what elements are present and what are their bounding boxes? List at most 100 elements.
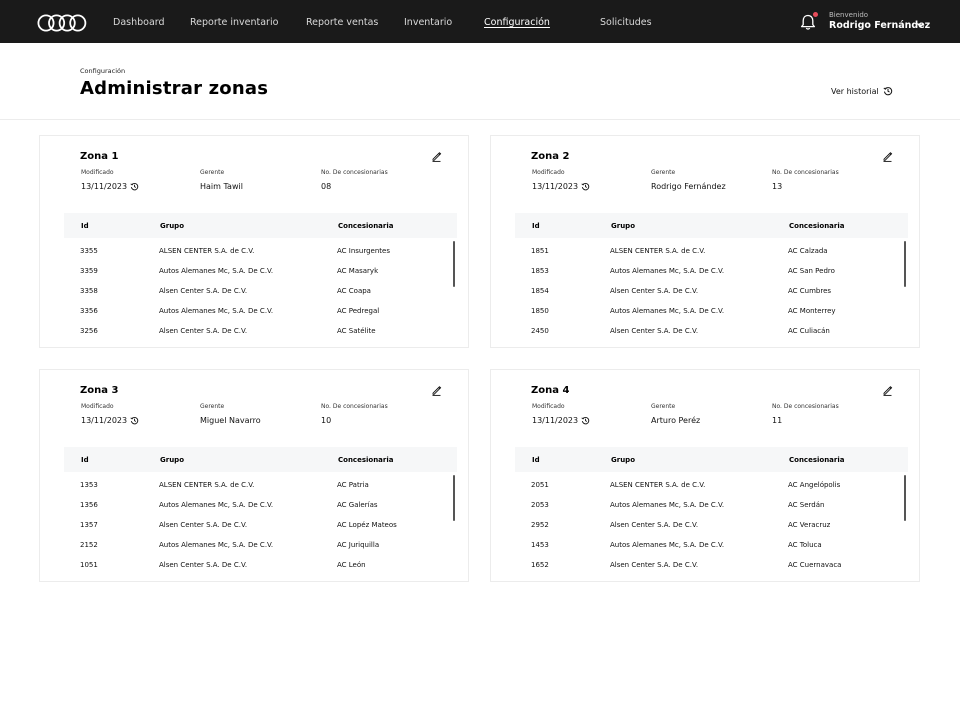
modified-date-value: 13/11/2023: [532, 416, 579, 425]
table-row[interactable]: 3359 Autos Alemanes Mc, S.A. De C.V. AC …: [64, 261, 444, 281]
table-row[interactable]: 1356 Autos Alemanes Mc, S.A. De C.V. AC …: [64, 495, 444, 515]
zone-title: Zona 2: [531, 151, 570, 162]
table-row[interactable]: 1051 Alsen Center S.A. De C.V. AC León: [64, 555, 444, 569]
modified-date: 13/11/2023: [81, 182, 139, 191]
table-scrollbar[interactable]: [453, 241, 455, 287]
table-row[interactable]: 2952 Alsen Center S.A. De C.V. AC Veracr…: [515, 515, 895, 535]
modified-label: Modificado: [532, 403, 565, 410]
modified-date: 13/11/2023: [532, 416, 590, 425]
table-body[interactable]: 2051 ALSEN CENTER S.A. de C.V. AC Angeló…: [515, 475, 908, 569]
column-header-grupo: Grupo: [160, 222, 185, 230]
manager-value: Arturo Peréz: [651, 416, 701, 425]
cell-grupo: ALSEN CENTER S.A. de C.V.: [610, 247, 706, 255]
table-row[interactable]: 2152 Autos Alemanes Mc, S.A. De C.V. AC …: [64, 535, 444, 555]
edit-icon[interactable]: [882, 151, 893, 162]
manager-label: Gerente: [200, 169, 225, 176]
cell-concesionaria: AC Insurgentes: [337, 247, 391, 255]
table-body[interactable]: 1851 ALSEN CENTER S.A. de C.V. AC Calzad…: [515, 241, 908, 335]
breadcrumb[interactable]: Configuración: [80, 67, 125, 75]
modified-label: Modificado: [532, 169, 565, 176]
edit-icon[interactable]: [431, 151, 442, 162]
cell-concesionaria: AC Galerías: [337, 501, 378, 509]
cell-concesionaria: AC Serdán: [788, 501, 825, 509]
edit-icon[interactable]: [431, 385, 442, 396]
table-row[interactable]: 2051 ALSEN CENTER S.A. de C.V. AC Angeló…: [515, 475, 895, 495]
cell-id: 1051: [80, 561, 98, 569]
table-row[interactable]: 1854 Alsen Center S.A. De C.V. AC Cumbre…: [515, 281, 895, 301]
manager-value: Miguel Navarro: [200, 416, 261, 425]
table-scrollbar[interactable]: [453, 475, 455, 521]
page-title: Administrar zonas: [80, 78, 269, 99]
nav-reporte-ventas[interactable]: Reporte ventas: [306, 17, 378, 28]
cell-concesionaria: AC Angelópolis: [788, 481, 841, 489]
modified-label: Modificado: [81, 169, 114, 176]
cell-concesionaria: AC Cuernavaca: [788, 561, 842, 569]
table-row[interactable]: 3358 Alsen Center S.A. De C.V. AC Coapa: [64, 281, 444, 301]
cell-id: 1453: [531, 541, 549, 549]
nav-inventario[interactable]: Inventario: [404, 17, 452, 28]
table-row[interactable]: 1357 Alsen Center S.A. De C.V. AC Lopéz …: [64, 515, 444, 535]
cell-id: 3358: [80, 287, 98, 295]
nav-dashboard[interactable]: Dashboard: [113, 17, 165, 28]
table-row[interactable]: 2053 Autos Alemanes Mc, S.A. De C.V. AC …: [515, 495, 895, 515]
dealer-count-value: 08: [321, 182, 332, 191]
dealer-count-label: No. De concesionarias: [772, 403, 839, 410]
nav-reporte-inventario[interactable]: Reporte inventario: [190, 17, 278, 28]
edit-icon[interactable]: [882, 385, 893, 396]
history-icon[interactable]: [581, 416, 590, 425]
table-row[interactable]: 1851 ALSEN CENTER S.A. de C.V. AC Calzad…: [515, 241, 895, 261]
table-body[interactable]: 1353 ALSEN CENTER S.A. de C.V. AC Patria…: [64, 475, 457, 569]
table-body[interactable]: 3355 ALSEN CENTER S.A. de C.V. AC Insurg…: [64, 241, 457, 335]
table-scrollbar[interactable]: [904, 241, 906, 287]
table-row[interactable]: 3355 ALSEN CENTER S.A. de C.V. AC Insurg…: [64, 241, 444, 261]
cell-id: 2952: [531, 521, 549, 529]
view-history-label: Ver historial: [831, 86, 879, 96]
cell-concesionaria: AC Lopéz Mateos: [337, 521, 397, 529]
table-row[interactable]: 3356 Autos Alemanes Mc, S.A. De C.V. AC …: [64, 301, 444, 321]
zone-title: Zona 4: [531, 385, 570, 396]
table-row[interactable]: 1353 ALSEN CENTER S.A. de C.V. AC Patria: [64, 475, 444, 495]
cell-grupo: Alsen Center S.A. De C.V.: [610, 327, 699, 335]
cell-grupo: Alsen Center S.A. De C.V.: [159, 521, 248, 529]
modified-date-value: 13/11/2023: [81, 182, 128, 191]
chevron-down-icon[interactable]: [916, 21, 925, 29]
cell-grupo: Alsen Center S.A. De C.V.: [610, 287, 699, 295]
cell-id: 1850: [531, 307, 549, 315]
cell-id: 3256: [80, 327, 98, 335]
table-row[interactable]: 1453 Autos Alemanes Mc, S.A. De C.V. AC …: [515, 535, 895, 555]
history-icon: [883, 87, 892, 96]
table-row[interactable]: 3256 Alsen Center S.A. De C.V. AC Satéli…: [64, 321, 444, 335]
user-name[interactable]: Rodrigo Fernández: [829, 20, 930, 31]
cell-id: 2053: [531, 501, 549, 509]
cell-grupo: ALSEN CENTER S.A. de C.V.: [159, 247, 255, 255]
history-icon[interactable]: [581, 182, 590, 191]
table-row[interactable]: 1850 Autos Alemanes Mc, S.A. De C.V. AC …: [515, 301, 895, 321]
zone-title: Zona 1: [80, 151, 119, 162]
cell-concesionaria: AC Coapa: [337, 287, 371, 295]
cell-grupo: Alsen Center S.A. De C.V.: [610, 561, 699, 569]
column-header-grupo: Grupo: [160, 456, 185, 464]
view-history-button[interactable]: Ver historial: [831, 86, 893, 96]
nav-solicitudes[interactable]: Solicitudes: [600, 17, 652, 28]
cell-grupo: Alsen Center S.A. De C.V.: [159, 287, 248, 295]
table-row[interactable]: 1652 Alsen Center S.A. De C.V. AC Cuerna…: [515, 555, 895, 569]
column-header-concesionaria: Concesionaria: [789, 456, 845, 464]
nav-configuracion[interactable]: Configuración: [484, 17, 550, 28]
cell-concesionaria: AC Veracruz: [788, 521, 831, 529]
dealer-count-value: 11: [772, 416, 783, 425]
manager-label: Gerente: [651, 403, 676, 410]
zone-title: Zona 3: [80, 385, 119, 396]
table-scrollbar[interactable]: [904, 475, 906, 521]
modified-label: Modificado: [81, 403, 114, 410]
cell-concesionaria: AC León: [337, 561, 366, 569]
cell-grupo: Autos Alemanes Mc, S.A. De C.V.: [610, 541, 725, 549]
brand-logo[interactable]: [37, 14, 87, 32]
table-row[interactable]: 1853 Autos Alemanes Mc, S.A. De C.V. AC …: [515, 261, 895, 281]
modified-date: 13/11/2023: [532, 182, 590, 191]
cell-id: 1853: [531, 267, 549, 275]
history-icon[interactable]: [130, 182, 139, 191]
table-header: Id Grupo Concesionaria: [64, 447, 457, 472]
history-icon[interactable]: [130, 416, 139, 425]
cell-grupo: Autos Alemanes Mc, S.A. De C.V.: [159, 501, 274, 509]
table-row[interactable]: 2450 Alsen Center S.A. De C.V. AC Culiac…: [515, 321, 895, 335]
